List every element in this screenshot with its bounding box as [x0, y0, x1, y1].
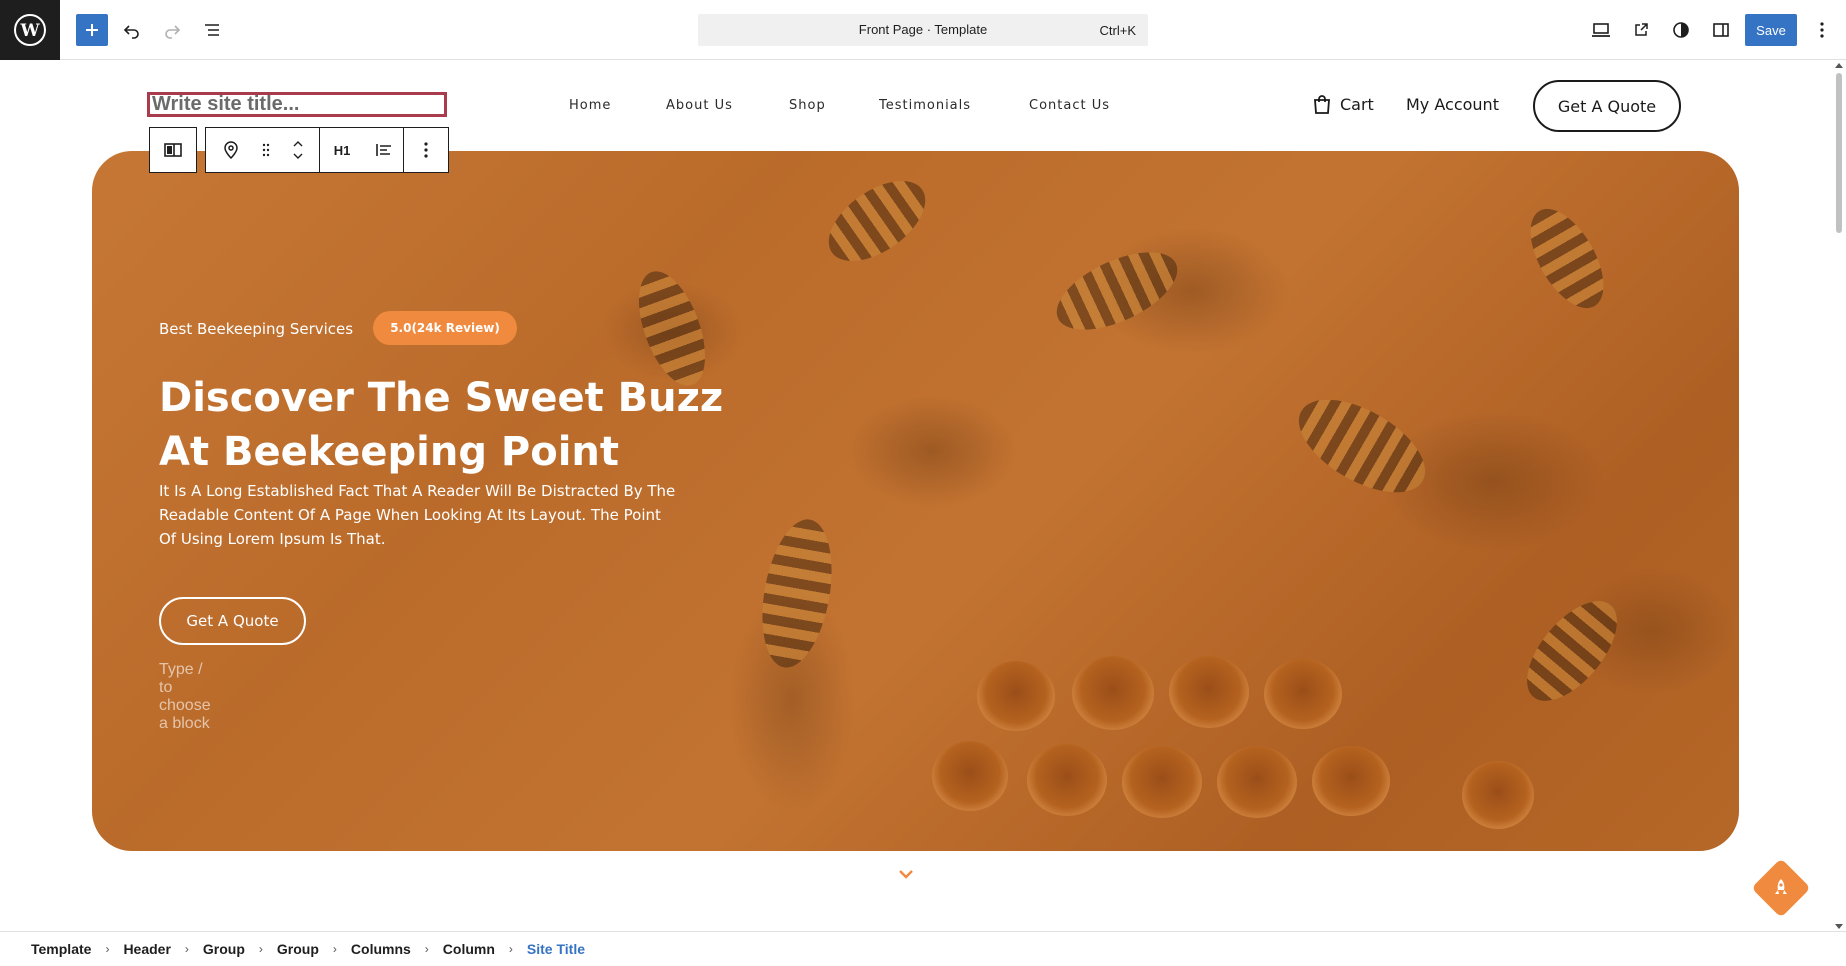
- align-text-button[interactable]: [364, 128, 404, 172]
- scroll-up-arrow-icon[interactable]: [1835, 63, 1843, 68]
- desktop-icon: [1592, 23, 1610, 37]
- hero-description[interactable]: It Is A Long Established Fact That A Rea…: [159, 479, 679, 551]
- honeycomb-cell: [1027, 744, 1107, 816]
- breadcrumb-item[interactable]: Header: [123, 941, 170, 957]
- bee-image-detail: [751, 513, 843, 674]
- heading-level-button[interactable]: H1: [320, 128, 364, 172]
- bee-image-detail: [1283, 380, 1441, 512]
- plus-icon: [86, 24, 98, 36]
- undo-button[interactable]: [116, 14, 148, 46]
- honeycomb-cell: [1264, 659, 1342, 729]
- scroll-down-chevron-icon[interactable]: [898, 869, 914, 879]
- align-left-icon: [375, 144, 391, 156]
- preview-device-button[interactable]: [1585, 14, 1617, 46]
- honeycomb-cell: [1312, 746, 1390, 816]
- chevron-up-icon[interactable]: [292, 140, 304, 148]
- scroll-down-arrow-icon[interactable]: [1835, 924, 1843, 929]
- block-options-button[interactable]: [404, 128, 448, 172]
- my-account-link[interactable]: My Account: [1406, 95, 1499, 114]
- rating-badge: 5.0(24k Review): [373, 311, 517, 345]
- external-link-icon: [1635, 23, 1648, 36]
- block-inserter-button[interactable]: [76, 14, 108, 46]
- document-title: Front Page · Template: [858, 22, 988, 37]
- save-button[interactable]: Save: [1745, 14, 1797, 46]
- hero-heading-line-2: At Beekeeping Point: [159, 429, 620, 475]
- chevron-right-icon: ›: [105, 942, 110, 956]
- breadcrumb-item[interactable]: Template: [31, 941, 91, 957]
- more-vertical-icon: [1820, 22, 1824, 38]
- settings-sidebar-button[interactable]: [1705, 14, 1737, 46]
- shortcut-hint: Ctrl+K: [1099, 23, 1136, 38]
- site-title-block-icon[interactable]: [206, 128, 256, 172]
- move-up-down-control[interactable]: [276, 128, 320, 172]
- editor-canvas: Write site title... Home About Us Shop T…: [0, 61, 1832, 931]
- breadcrumb-item[interactable]: Column: [443, 941, 495, 957]
- redo-icon: [165, 25, 181, 39]
- wordpress-logo-icon[interactable]: W: [0, 0, 60, 60]
- bee-image-detail: [1510, 585, 1634, 717]
- bee-image-detail: [814, 164, 940, 278]
- honeycomb-cell: [977, 661, 1055, 731]
- header-quote-button[interactable]: Get A Quote: [1533, 80, 1681, 132]
- rocket-icon: [1768, 875, 1794, 901]
- chevron-right-icon: ›: [258, 942, 263, 956]
- styles-button[interactable]: [1665, 14, 1697, 46]
- drag-handle-icon[interactable]: [256, 128, 276, 172]
- breadcrumb-current-item: Site Title: [526, 941, 585, 957]
- honeycomb-cell: [1072, 656, 1154, 730]
- breadcrumb-item[interactable]: Columns: [351, 941, 411, 957]
- more-vertical-icon: [424, 142, 428, 158]
- cart-link[interactable]: Cart: [1340, 95, 1374, 114]
- hero-heading[interactable]: Discover The Sweet Buzz At Beekeeping Po…: [159, 371, 759, 479]
- editor-top-toolbar: W Front Page · Template Ctrl+K Save: [0, 0, 1846, 60]
- honeycomb-cell: [1462, 761, 1534, 829]
- nav-item-home[interactable]: Home: [569, 98, 611, 113]
- list-view-icon: [205, 24, 219, 36]
- nav-item-shop[interactable]: Shop: [789, 98, 826, 113]
- redo-button[interactable]: [156, 14, 188, 46]
- nav-item-about[interactable]: About Us: [666, 98, 733, 113]
- chevron-right-icon: ›: [332, 942, 337, 956]
- block-toolbar: H1: [205, 127, 449, 173]
- breadcrumb-item[interactable]: Group: [277, 941, 319, 957]
- document-overview-button[interactable]: [196, 14, 228, 46]
- breadcrumb-item[interactable]: Group: [203, 941, 245, 957]
- options-menu-button[interactable]: [1806, 14, 1838, 46]
- block-appender-placeholder[interactable]: Type / to choose a block: [159, 661, 211, 733]
- honeycomb-cell: [1169, 656, 1249, 728]
- nav-item-contact[interactable]: Contact Us: [1029, 98, 1110, 113]
- fullscreen-button[interactable]: [1625, 14, 1657, 46]
- columns-block-icon[interactable]: [150, 128, 196, 172]
- sidebar-icon: [1713, 23, 1729, 37]
- undo-icon: [123, 25, 139, 39]
- svg-text:W: W: [19, 21, 40, 41]
- contrast-icon: [1673, 22, 1689, 38]
- honeycomb-cell: [932, 741, 1008, 811]
- block-breadcrumb: Template › Header › Group › Group › Colu…: [0, 931, 1846, 966]
- honeycomb-cell: [1122, 746, 1202, 818]
- site-title-input[interactable]: Write site title...: [147, 92, 447, 117]
- bee-image-detail: [1515, 197, 1619, 320]
- hero-quote-button[interactable]: Get A Quote: [159, 597, 306, 645]
- map-pin-icon: [224, 141, 238, 159]
- block-parent-selector[interactable]: [149, 127, 197, 173]
- hero-tagline: Best Beekeeping Services: [159, 320, 354, 338]
- honeycomb-cell: [1217, 746, 1297, 818]
- bee-image-detail: [1045, 236, 1189, 346]
- nav-item-testimonials[interactable]: Testimonials: [879, 98, 971, 113]
- chevron-right-icon: ›: [184, 942, 189, 956]
- chevron-right-icon: ›: [508, 942, 513, 956]
- shopping-bag-icon[interactable]: [1311, 93, 1333, 115]
- chevron-down-icon[interactable]: [292, 152, 304, 160]
- chevron-right-icon: ›: [424, 942, 429, 956]
- scroll-thumb[interactable]: [1836, 73, 1842, 233]
- command-palette-bar[interactable]: Front Page · Template Ctrl+K: [698, 14, 1148, 46]
- canvas-scrollbar[interactable]: [1832, 61, 1846, 931]
- hero-cover: Best Beekeeping Services 5.0(24k Review)…: [92, 151, 1739, 851]
- hero-heading-line-1: Discover The Sweet Buzz: [159, 375, 724, 421]
